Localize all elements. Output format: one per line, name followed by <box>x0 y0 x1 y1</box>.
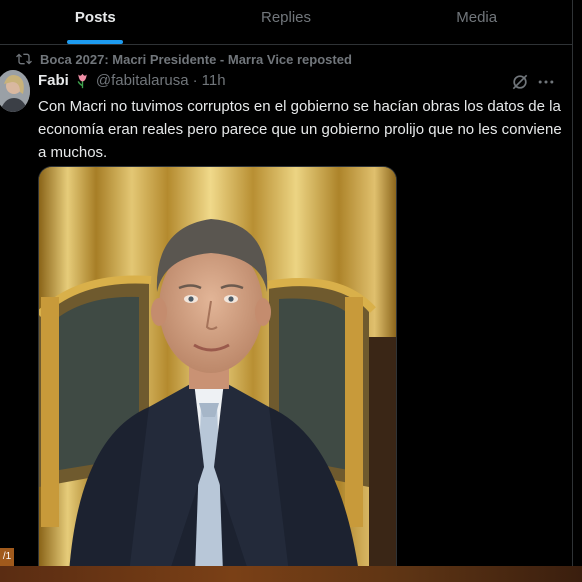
repost-context[interactable]: Boca 2027: Macri Presidente - Marra Vice… <box>16 51 352 67</box>
portrait-photo <box>39 167 396 573</box>
avatar[interactable] <box>0 70 30 112</box>
tab-media[interactable]: Media <box>381 0 572 44</box>
tweet-image[interactable] <box>38 166 397 573</box>
user-handle[interactable]: @fabitalarusa <box>96 72 189 89</box>
tab-media-label: Media <box>456 9 498 26</box>
tab-replies[interactable]: Replies <box>191 0 382 44</box>
grok-icon[interactable] <box>510 72 530 92</box>
tab-posts-label: Posts <box>74 9 116 26</box>
avatar-image <box>0 70 30 112</box>
tab-posts[interactable]: Posts <box>0 0 191 44</box>
timestamp[interactable]: 11h <box>202 72 226 89</box>
repost-icon <box>16 53 32 65</box>
tweet-text: Con Macri no tuvimos corruptos en el gob… <box>38 98 562 161</box>
tab-replies-label: Replies <box>260 9 312 26</box>
bottom-image-strip <box>0 566 582 582</box>
display-name[interactable]: Fabi <box>38 72 69 89</box>
separator-dot: · <box>192 72 198 89</box>
tulip-emoji-icon <box>77 73 87 89</box>
more-options-icon[interactable] <box>536 72 556 92</box>
repost-text: Boca 2027: Macri Presidente - Marra Vice… <box>40 51 352 67</box>
corner-tag: /1 <box>0 548 14 566</box>
column-divider <box>572 0 573 566</box>
tweet-header: Fabi @fabitalarusa · 11h <box>38 72 226 89</box>
profile-tabs: Posts Replies Media <box>0 0 572 45</box>
active-tab-indicator <box>67 40 124 44</box>
